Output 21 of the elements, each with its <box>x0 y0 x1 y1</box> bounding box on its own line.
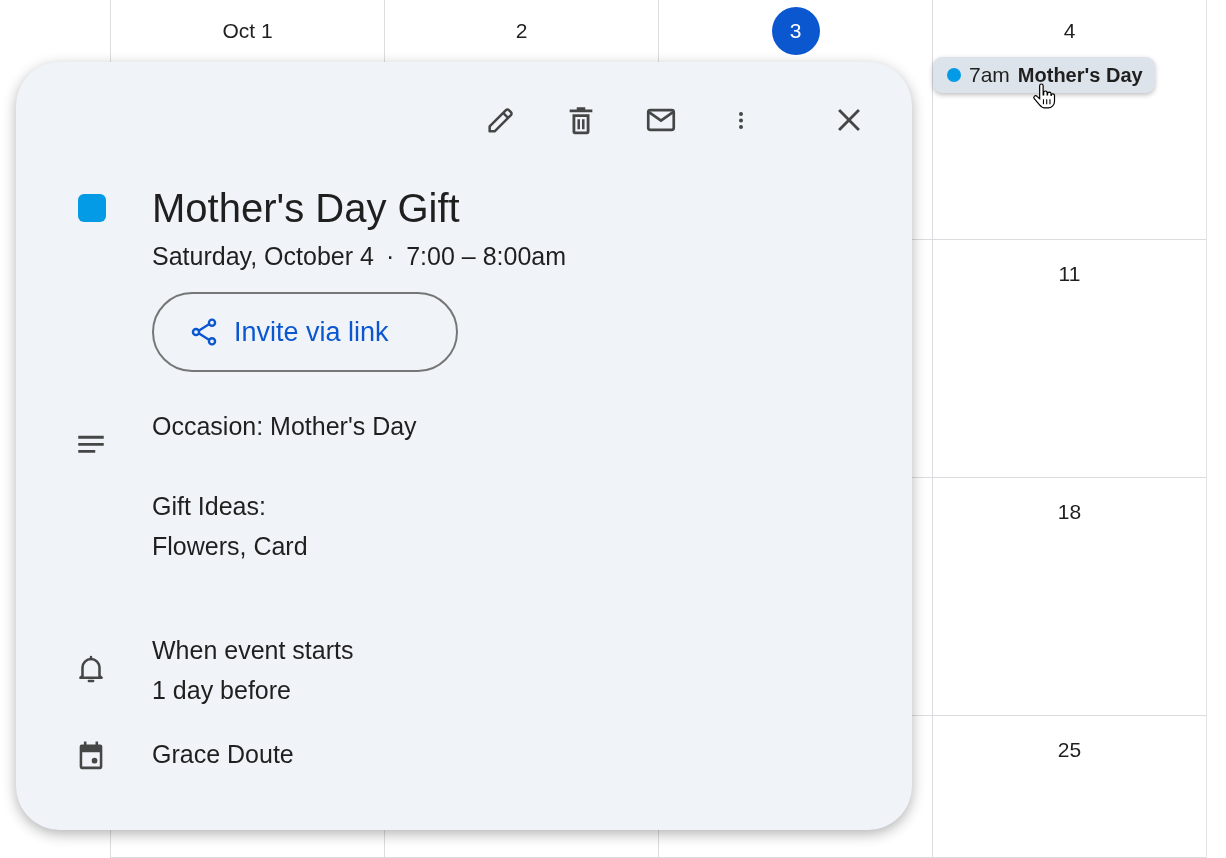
event-chip[interactable]: 7am Mother's Day <box>933 57 1155 93</box>
date-label[interactable]: 11 <box>1050 260 1089 288</box>
date-label[interactable]: 4 <box>1045 7 1094 55</box>
invite-link-button[interactable]: Invite via link <box>152 292 458 372</box>
description-text: Gift Ideas: Flowers, Card <box>152 491 308 562</box>
date-label[interactable]: 2 <box>497 7 546 55</box>
event-title: Mother's Day Gift <box>152 185 460 232</box>
date-label[interactable]: 25 <box>1049 736 1090 764</box>
event-time: 7am <box>969 63 1010 87</box>
description-text: Occasion: Mother's Day <box>152 411 417 442</box>
event-time: 7:00 – 8:00am <box>406 242 567 270</box>
reminder-text: 1 day before <box>152 675 291 706</box>
date-label[interactable]: 18 <box>1049 498 1090 526</box>
event-title: Mother's Day <box>1017 63 1143 87</box>
event-date: Saturday, October 4 <box>152 242 374 270</box>
today-date[interactable]: 3 <box>771 7 820 55</box>
calendar-owner: Grace Doute <box>152 739 294 770</box>
reminder-text: When event starts <box>152 635 354 666</box>
date-label[interactable]: Oct 1 <box>214 7 281 55</box>
hand-cursor-icon <box>1031 80 1057 112</box>
separator-dot: · <box>385 242 395 270</box>
